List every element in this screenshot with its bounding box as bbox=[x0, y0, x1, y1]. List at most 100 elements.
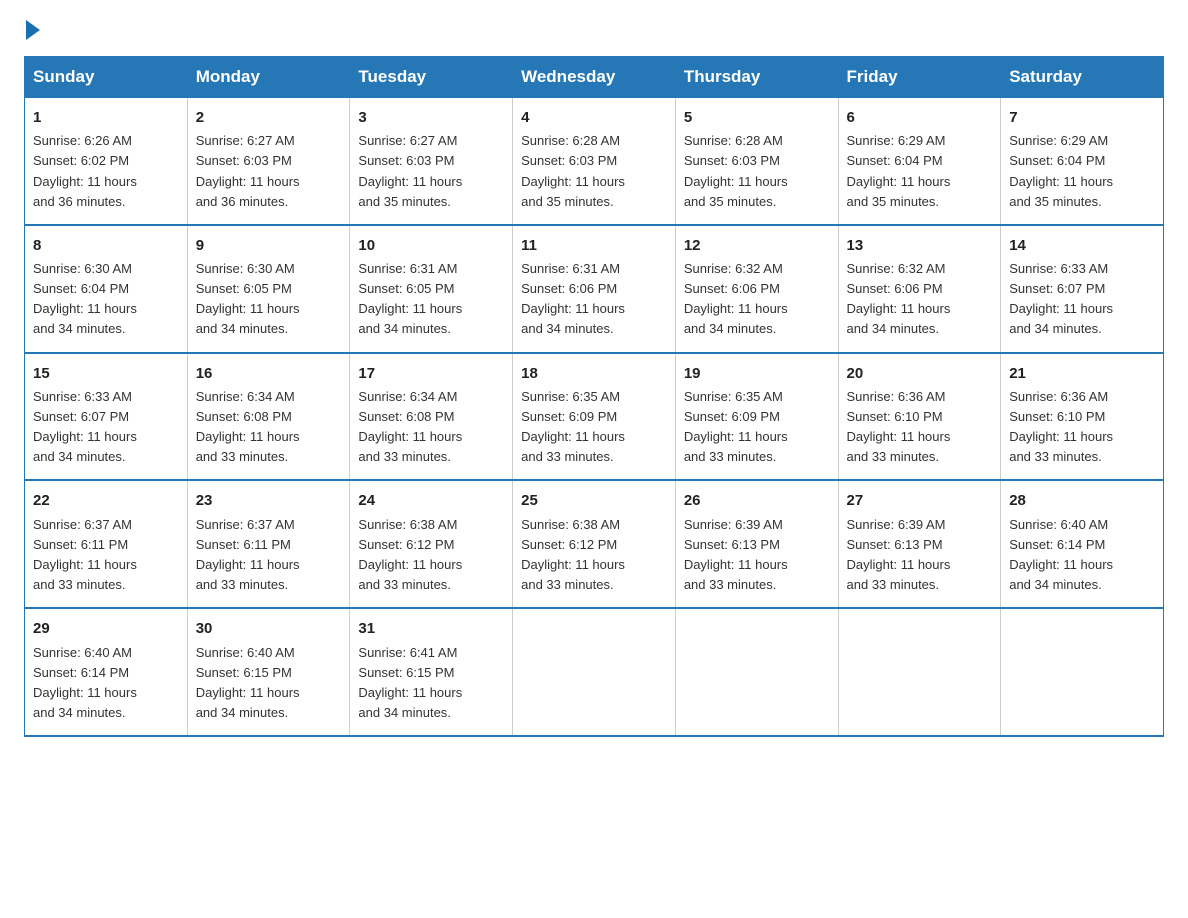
page-header bbox=[24, 24, 1164, 36]
day-info: Sunrise: 6:40 AMSunset: 6:15 PMDaylight:… bbox=[196, 643, 342, 724]
day-number: 29 bbox=[33, 617, 179, 640]
col-saturday: Saturday bbox=[1001, 57, 1164, 98]
day-info: Sunrise: 6:28 AMSunset: 6:03 PMDaylight:… bbox=[521, 131, 667, 212]
day-number: 22 bbox=[33, 489, 179, 512]
calendar-week-row: 22 Sunrise: 6:37 AMSunset: 6:11 PMDayligh… bbox=[25, 480, 1164, 608]
day-number: 10 bbox=[358, 234, 504, 257]
day-info: Sunrise: 6:32 AMSunset: 6:06 PMDaylight:… bbox=[847, 259, 993, 340]
day-number: 25 bbox=[521, 489, 667, 512]
day-info: Sunrise: 6:30 AMSunset: 6:05 PMDaylight:… bbox=[196, 259, 342, 340]
day-number: 31 bbox=[358, 617, 504, 640]
table-row: 20Sunrise: 6:36 AMSunset: 6:10 PMDayligh… bbox=[838, 353, 1001, 481]
table-row: 29 Sunrise: 6:40 AMSunset: 6:14 PMDayligh… bbox=[25, 608, 188, 736]
table-row: 12Sunrise: 6:32 AMSunset: 6:06 PMDayligh… bbox=[675, 225, 838, 353]
table-row bbox=[675, 608, 838, 736]
col-monday: Monday bbox=[187, 57, 350, 98]
day-number: 18 bbox=[521, 362, 667, 385]
col-thursday: Thursday bbox=[675, 57, 838, 98]
day-number: 23 bbox=[196, 489, 342, 512]
day-number: 21 bbox=[1009, 362, 1155, 385]
day-info: Sunrise: 6:30 AMSunset: 6:04 PMDaylight:… bbox=[33, 259, 179, 340]
calendar-header-row: Sunday Monday Tuesday Wednesday Thursday… bbox=[25, 57, 1164, 98]
calendar-table: Sunday Monday Tuesday Wednesday Thursday… bbox=[24, 56, 1164, 737]
table-row: 25Sunrise: 6:38 AMSunset: 6:12 PMDayligh… bbox=[513, 480, 676, 608]
table-row: 17Sunrise: 6:34 AMSunset: 6:08 PMDayligh… bbox=[350, 353, 513, 481]
day-number: 11 bbox=[521, 234, 667, 257]
calendar-week-row: 1Sunrise: 6:26 AMSunset: 6:02 PMDaylight… bbox=[25, 98, 1164, 225]
day-info: Sunrise: 6:33 AMSunset: 6:07 PMDaylight:… bbox=[1009, 259, 1155, 340]
table-row bbox=[1001, 608, 1164, 736]
day-info: Sunrise: 6:27 AMSunset: 6:03 PMDaylight:… bbox=[196, 131, 342, 212]
day-info: Sunrise: 6:31 AMSunset: 6:06 PMDaylight:… bbox=[521, 259, 667, 340]
day-number: 13 bbox=[847, 234, 993, 257]
day-info: Sunrise: 6:34 AMSunset: 6:08 PMDaylight:… bbox=[196, 387, 342, 468]
logo-arrow-icon bbox=[26, 20, 40, 40]
table-row: 15Sunrise: 6:33 AMSunset: 6:07 PMDayligh… bbox=[25, 353, 188, 481]
day-number: 9 bbox=[196, 234, 342, 257]
day-number: 4 bbox=[521, 106, 667, 129]
day-number: 24 bbox=[358, 489, 504, 512]
table-row: 4Sunrise: 6:28 AMSunset: 6:03 PMDaylight… bbox=[513, 98, 676, 225]
day-number: 6 bbox=[847, 106, 993, 129]
day-number: 12 bbox=[684, 234, 830, 257]
day-info: Sunrise: 6:39 AMSunset: 6:13 PMDaylight:… bbox=[684, 515, 830, 596]
table-row: 18Sunrise: 6:35 AMSunset: 6:09 PMDayligh… bbox=[513, 353, 676, 481]
table-row: 6Sunrise: 6:29 AMSunset: 6:04 PMDaylight… bbox=[838, 98, 1001, 225]
table-row: 2Sunrise: 6:27 AMSunset: 6:03 PMDaylight… bbox=[187, 98, 350, 225]
day-info: Sunrise: 6:29 AMSunset: 6:04 PMDaylight:… bbox=[847, 131, 993, 212]
day-number: 17 bbox=[358, 362, 504, 385]
day-info: Sunrise: 6:36 AMSunset: 6:10 PMDaylight:… bbox=[847, 387, 993, 468]
day-number: 7 bbox=[1009, 106, 1155, 129]
day-number: 16 bbox=[196, 362, 342, 385]
day-number: 27 bbox=[847, 489, 993, 512]
table-row: 5Sunrise: 6:28 AMSunset: 6:03 PMDaylight… bbox=[675, 98, 838, 225]
day-info: Sunrise: 6:36 AMSunset: 6:10 PMDaylight:… bbox=[1009, 387, 1155, 468]
day-number: 28 bbox=[1009, 489, 1155, 512]
table-row: 11Sunrise: 6:31 AMSunset: 6:06 PMDayligh… bbox=[513, 225, 676, 353]
day-number: 26 bbox=[684, 489, 830, 512]
table-row: 1Sunrise: 6:26 AMSunset: 6:02 PMDaylight… bbox=[25, 98, 188, 225]
day-info: Sunrise: 6:27 AMSunset: 6:03 PMDaylight:… bbox=[358, 131, 504, 212]
day-info: Sunrise: 6:37 AMSunset: 6:11 PMDaylight:… bbox=[196, 515, 342, 596]
calendar-week-row: 15Sunrise: 6:33 AMSunset: 6:07 PMDayligh… bbox=[25, 353, 1164, 481]
day-info: Sunrise: 6:37 AMSunset: 6:11 PMDaylight:… bbox=[33, 515, 179, 596]
day-info: Sunrise: 6:29 AMSunset: 6:04 PMDaylight:… bbox=[1009, 131, 1155, 212]
day-number: 19 bbox=[684, 362, 830, 385]
logo bbox=[24, 24, 40, 36]
table-row: 30 Sunrise: 6:40 AMSunset: 6:15 PMDayligh… bbox=[187, 608, 350, 736]
table-row: 8Sunrise: 6:30 AMSunset: 6:04 PMDaylight… bbox=[25, 225, 188, 353]
table-row: 28 Sunrise: 6:40 AMSunset: 6:14 PMDayligh… bbox=[1001, 480, 1164, 608]
day-info: Sunrise: 6:35 AMSunset: 6:09 PMDaylight:… bbox=[521, 387, 667, 468]
col-wednesday: Wednesday bbox=[513, 57, 676, 98]
table-row: 23 Sunrise: 6:37 AMSunset: 6:11 PMDayligh… bbox=[187, 480, 350, 608]
day-info: Sunrise: 6:34 AMSunset: 6:08 PMDaylight:… bbox=[358, 387, 504, 468]
day-info: Sunrise: 6:40 AMSunset: 6:14 PMDaylight:… bbox=[1009, 515, 1155, 596]
day-number: 30 bbox=[196, 617, 342, 640]
day-info: Sunrise: 6:40 AMSunset: 6:14 PMDaylight:… bbox=[33, 643, 179, 724]
table-row: 22 Sunrise: 6:37 AMSunset: 6:11 PMDayligh… bbox=[25, 480, 188, 608]
day-info: Sunrise: 6:39 AMSunset: 6:13 PMDaylight:… bbox=[847, 515, 993, 596]
day-number: 5 bbox=[684, 106, 830, 129]
day-info: Sunrise: 6:33 AMSunset: 6:07 PMDaylight:… bbox=[33, 387, 179, 468]
table-row: 21Sunrise: 6:36 AMSunset: 6:10 PMDayligh… bbox=[1001, 353, 1164, 481]
day-number: 3 bbox=[358, 106, 504, 129]
day-number: 1 bbox=[33, 106, 179, 129]
table-row: 3Sunrise: 6:27 AMSunset: 6:03 PMDaylight… bbox=[350, 98, 513, 225]
day-info: Sunrise: 6:26 AMSunset: 6:02 PMDaylight:… bbox=[33, 131, 179, 212]
table-row: 31Sunrise: 6:41 AMSunset: 6:15 PMDayligh… bbox=[350, 608, 513, 736]
table-row: 9Sunrise: 6:30 AMSunset: 6:05 PMDaylight… bbox=[187, 225, 350, 353]
day-info: Sunrise: 6:38 AMSunset: 6:12 PMDaylight:… bbox=[358, 515, 504, 596]
calendar-week-row: 29 Sunrise: 6:40 AMSunset: 6:14 PMDayligh… bbox=[25, 608, 1164, 736]
day-info: Sunrise: 6:32 AMSunset: 6:06 PMDaylight:… bbox=[684, 259, 830, 340]
day-number: 2 bbox=[196, 106, 342, 129]
day-number: 8 bbox=[33, 234, 179, 257]
day-info: Sunrise: 6:31 AMSunset: 6:05 PMDaylight:… bbox=[358, 259, 504, 340]
table-row: 10Sunrise: 6:31 AMSunset: 6:05 PMDayligh… bbox=[350, 225, 513, 353]
table-row: 13Sunrise: 6:32 AMSunset: 6:06 PMDayligh… bbox=[838, 225, 1001, 353]
table-row bbox=[513, 608, 676, 736]
table-row: 16Sunrise: 6:34 AMSunset: 6:08 PMDayligh… bbox=[187, 353, 350, 481]
table-row: 26 Sunrise: 6:39 AMSunset: 6:13 PMDayligh… bbox=[675, 480, 838, 608]
table-row: 14Sunrise: 6:33 AMSunset: 6:07 PMDayligh… bbox=[1001, 225, 1164, 353]
day-number: 20 bbox=[847, 362, 993, 385]
day-info: Sunrise: 6:28 AMSunset: 6:03 PMDaylight:… bbox=[684, 131, 830, 212]
